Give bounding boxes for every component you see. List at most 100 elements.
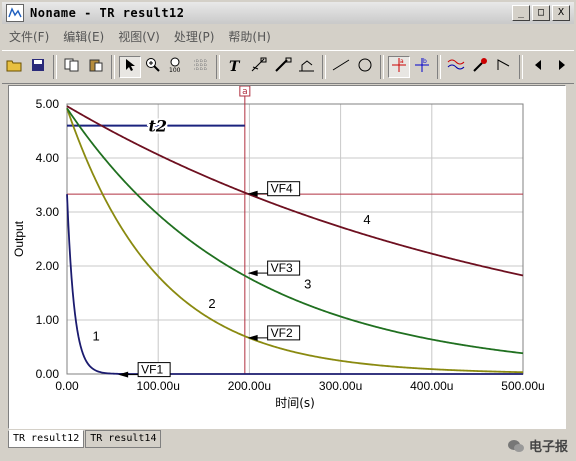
x-tick-label: 300.00u [319, 379, 362, 393]
step-tool-button[interactable] [493, 56, 515, 78]
paste-icon [88, 58, 104, 76]
flag-vf1: VF1 [118, 362, 171, 378]
menu-process[interactable]: 处理(P) [167, 28, 222, 45]
axis-annotation-tool-button[interactable] [296, 56, 318, 78]
copy-icon [64, 58, 80, 76]
scroll-right-icon [558, 59, 566, 75]
save-tool-button[interactable] [27, 56, 49, 78]
arrow-annotation-tool-button[interactable] [248, 56, 270, 78]
x-tick-label: 0.00 [55, 379, 79, 393]
t2-annotation: t2 [149, 117, 168, 136]
toolbar-separator [110, 55, 115, 79]
y-tick-label: 0.00 [36, 367, 60, 381]
toolbar-separator [379, 55, 384, 79]
title-bar: Noname - TR result12 _ □ X [2, 2, 574, 24]
app-icon [6, 4, 24, 22]
axis-annotation-icon [298, 57, 316, 77]
window-title: Noname - TR result12 [30, 6, 185, 20]
flag-label: VF2 [271, 326, 293, 340]
menu-file[interactable]: 文件(F) [2, 28, 56, 45]
menu-help[interactable]: 帮助(H) [221, 28, 277, 45]
grid-icon [193, 58, 209, 76]
toolbar-separator [216, 55, 221, 79]
text-icon: T [228, 58, 242, 76]
x-tick-label: 100.00u [137, 379, 180, 393]
y-tick-label: 2.00 [36, 259, 60, 273]
watermark-text: 电子报 [528, 440, 568, 455]
open-folder-icon [6, 58, 22, 76]
x-tick-label: 500.00u [501, 379, 544, 393]
flag-vf4: VF4 [247, 181, 301, 197]
menu-edit[interactable]: 编辑(E) [56, 28, 111, 45]
zoom-100-tool-button[interactable]: 100 [166, 56, 188, 78]
x-tick-label: 200.00u [228, 379, 271, 393]
y-tick-label: 1.00 [36, 313, 60, 327]
curve-label-2: 2 [208, 296, 215, 311]
flag-label: VF4 [271, 182, 293, 196]
scroll-left-icon [534, 59, 542, 75]
flag-label: VF3 [271, 261, 293, 275]
waveform-tool-button[interactable] [445, 56, 467, 78]
flag-vf2: VF2 [247, 325, 301, 341]
close-button[interactable]: X [552, 5, 570, 21]
arrow-annotation-icon [250, 57, 268, 77]
svg-text:a: a [400, 58, 404, 65]
menu-bar: 文件(F) 编辑(E) 视图(V) 处理(P) 帮助(H) [2, 26, 574, 46]
plot-area[interactable]: 0.00 100.00u 200.00u 300.00u 400.00u 500.00u 0… [8, 85, 566, 429]
maximize-button[interactable]: □ [532, 5, 550, 21]
grid-tool-button[interactable] [190, 56, 212, 78]
curve-label-3: 3 [304, 277, 311, 292]
save-icon [31, 58, 45, 76]
paste-tool-button[interactable] [85, 56, 107, 78]
minimize-button[interactable]: _ [512, 5, 530, 21]
wechat-icon [507, 439, 524, 452]
transient-chart: 0.00 100.00u 200.00u 300.00u 400.00u 500.00u 0… [12, 86, 545, 410]
zoom-in-icon [145, 57, 161, 77]
open-folder-tool-button[interactable] [3, 56, 25, 78]
probe-icon [472, 57, 488, 77]
result-tabs: TR result12 TR result14 [8, 430, 162, 448]
x-tick-label: 400.00u [410, 379, 453, 393]
svg-text:T: T [229, 59, 241, 72]
watermark: 电子报 [507, 436, 568, 455]
cursor-b-icon: b [413, 57, 431, 77]
zoom-100-icon: 100 [168, 57, 186, 77]
toolbar: 100 Ta b [2, 50, 574, 84]
y-tick-label: 5.00 [36, 97, 60, 111]
y-tick-label: 3.00 [36, 205, 60, 219]
pen-annotation-icon [274, 57, 292, 77]
series-3-line [66, 107, 524, 355]
toolbar-separator [52, 55, 57, 79]
zoom-in-tool-button[interactable] [143, 56, 165, 78]
curve-label-1: 1 [93, 329, 100, 344]
circle-tool-button[interactable] [354, 56, 376, 78]
y-axis-label: Output [12, 220, 26, 257]
flag-label: VF1 [141, 363, 163, 377]
x-axis-label: 时间(s) [275, 396, 315, 410]
tab-tr-result14[interactable]: TR result14 [85, 430, 162, 448]
flag-vf3: VF3 [247, 260, 301, 277]
pointer-tool-button[interactable] [118, 56, 141, 78]
scroll-right-tool-button[interactable] [551, 56, 573, 78]
scroll-left-tool-button[interactable] [527, 56, 549, 78]
toolbar-separator [437, 55, 442, 79]
line-tool-button[interactable] [330, 56, 352, 78]
tab-tr-result12[interactable]: TR result12 [8, 430, 85, 448]
text-tool-button[interactable]: T [224, 56, 246, 78]
circle-icon [357, 57, 373, 77]
cursor-a-label: a [242, 87, 248, 97]
pen-annotation-tool-button[interactable] [272, 56, 294, 78]
cursor-a-tool-button[interactable]: a [387, 56, 410, 78]
copy-tool-button[interactable] [61, 56, 83, 78]
cursor-b-tool-button[interactable]: b [412, 56, 434, 78]
menu-view[interactable]: 视图(V) [111, 28, 167, 45]
step-icon [496, 58, 512, 76]
probe-tool-button[interactable] [469, 56, 491, 78]
curve-label-4: 4 [363, 212, 370, 227]
y-tick-label: 4.00 [36, 151, 60, 165]
pointer-icon [124, 58, 136, 76]
toolbar-separator [321, 55, 326, 79]
svg-text:b: b [423, 58, 427, 65]
toolbar-separator [519, 55, 524, 79]
line-icon [332, 58, 350, 76]
